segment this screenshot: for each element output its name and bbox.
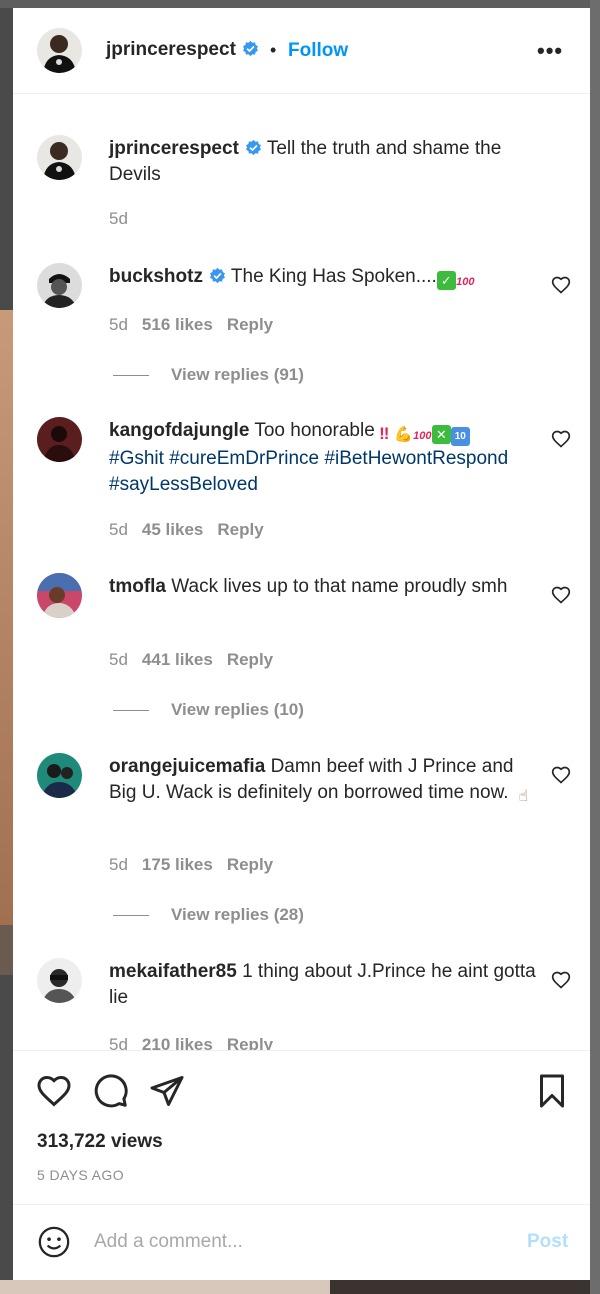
reply-button[interactable]: Reply: [227, 650, 273, 669]
comment-avatar[interactable]: [37, 753, 82, 798]
comment-body: The King Has Spoken....: [230, 266, 437, 287]
comment-text: kangofdajungle Too honorable ‼ 💪100 ✕ 10 #Gs…: [109, 418, 539, 498]
comment-avatar[interactable]: [37, 263, 82, 308]
view-count[interactable]: 313,722 views: [37, 1131, 163, 1153]
comment-likes[interactable]: 45 likes: [142, 520, 203, 539]
hundred-points-emoji-icon: 100: [413, 430, 432, 442]
comment-body: Too honorable: [254, 420, 375, 441]
view-replies-button[interactable]: View replies (10): [113, 700, 304, 720]
post-header: jprincerespect • Follow •••: [13, 8, 590, 94]
background-photo-left-lower: [0, 925, 14, 975]
comment-username[interactable]: tmofla: [109, 576, 166, 597]
post-timestamp: 5 DAYS AGO: [37, 1167, 124, 1183]
cross-mark-emoji-icon: ✕: [431, 425, 451, 444]
heart-icon[interactable]: [36, 1073, 72, 1109]
comment-meta: 5d 175 likes Reply: [109, 855, 287, 875]
paper-plane-icon[interactable]: [149, 1073, 185, 1109]
pointing-up-emoji-icon: ☝: [518, 788, 529, 805]
comment-meta: 5d 45 likes Reply: [109, 520, 278, 540]
reply-button[interactable]: Reply: [227, 1035, 273, 1051]
comment-input[interactable]: [94, 1227, 494, 1257]
comment-meta: 5d 210 likes Reply: [109, 1035, 287, 1051]
background-right-edge: [590, 0, 600, 1294]
comment-username[interactable]: buckshotz: [109, 266, 203, 287]
header-separator: •: [270, 40, 277, 60]
reply-button[interactable]: Reply: [217, 520, 263, 539]
check-mark-emoji-icon: ✓: [436, 271, 456, 290]
comment-avatar[interactable]: [37, 417, 82, 462]
more-options-button[interactable]: •••: [537, 38, 563, 64]
post-button[interactable]: Post: [527, 1231, 568, 1253]
flexed-biceps-emoji-icon: 💪: [393, 426, 413, 443]
background-photo-left: [0, 310, 14, 925]
caption-age: 5d: [109, 209, 128, 228]
comment-age: 5d: [109, 1035, 128, 1051]
comment-avatar[interactable]: [37, 573, 82, 618]
comment-text: tmofla Wack lives up to that name proudl…: [109, 574, 539, 600]
caption-avatar[interactable]: [37, 135, 82, 180]
comment-likes[interactable]: 175 likes: [142, 855, 213, 874]
view-replies-label[interactable]: View replies (10): [171, 700, 304, 719]
follow-button[interactable]: Follow: [288, 40, 348, 62]
comment-meta: 5d 441 likes Reply: [109, 650, 287, 670]
comment-meta: 5d 516 likes Reply: [109, 315, 287, 335]
comment-likes[interactable]: 210 likes: [142, 1035, 213, 1051]
comment-age: 5d: [109, 855, 128, 874]
comment-hashtags[interactable]: #Gshit #cureEmDrPrince #iBetHewontRespon…: [109, 448, 508, 495]
comments-list[interactable]: jprincerespect Tell the truth and shame …: [13, 95, 590, 1051]
post-comments-panel: jprincerespect • Follow ••• jprincerespe…: [13, 8, 590, 1280]
reply-button[interactable]: Reply: [227, 855, 273, 874]
comment-likes[interactable]: 441 likes: [142, 650, 213, 669]
view-replies-label[interactable]: View replies (91): [171, 365, 304, 384]
verified-badge-icon: [209, 267, 225, 284]
comment-bubble-icon[interactable]: [93, 1073, 129, 1109]
comment-text: mekaifather85 1 thing about J.Prince he …: [109, 959, 539, 1011]
heart-icon[interactable]: [551, 970, 571, 990]
heart-icon[interactable]: [551, 429, 571, 449]
heart-icon[interactable]: [551, 765, 571, 785]
background-photo-top: [0, 0, 600, 8]
post-actions: 313,722 views 5 DAYS AGO: [13, 1050, 590, 1204]
caption-text: jprincerespect Tell the truth and shame …: [109, 136, 539, 188]
comment-composer: Post: [13, 1204, 590, 1280]
heart-icon[interactable]: [551, 275, 571, 295]
author-avatar[interactable]: [37, 28, 82, 73]
view-replies-button[interactable]: View replies (28): [113, 905, 304, 925]
heart-icon[interactable]: [551, 585, 571, 605]
view-replies-line: [113, 375, 149, 377]
view-replies-line: [113, 915, 149, 917]
smiley-icon[interactable]: [37, 1225, 71, 1259]
view-replies-button[interactable]: View replies (91): [113, 365, 304, 385]
comment-text: orangejuicemafia Damn beef with J Prince…: [109, 754, 539, 806]
verified-badge-icon: [242, 40, 258, 57]
comment-age: 5d: [109, 315, 128, 334]
caption-meta: 5d: [109, 209, 142, 229]
background-photo-bottom-left: [0, 1280, 330, 1294]
view-replies-line: [113, 710, 149, 712]
comment-username[interactable]: orangejuicemafia: [109, 756, 265, 777]
keycap-ten-emoji-icon: 10: [450, 427, 470, 446]
bookmark-icon[interactable]: [534, 1073, 570, 1109]
hundred-points-emoji-icon: 100: [456, 276, 475, 288]
double-exclamation-emoji-icon: ‼: [379, 424, 390, 443]
caption-username[interactable]: jprincerespect: [109, 138, 239, 159]
comment-likes[interactable]: 516 likes: [142, 315, 213, 334]
comment-username[interactable]: kangofdajungle: [109, 420, 249, 441]
author-username-text[interactable]: jprincerespect: [106, 39, 236, 60]
comment-text: buckshotz The King Has Spoken.... ✓ 100: [109, 264, 539, 292]
reply-button[interactable]: Reply: [227, 315, 273, 334]
view-replies-label[interactable]: View replies (28): [171, 905, 304, 924]
comment-body: Wack lives up to that name proudly smh: [171, 576, 508, 597]
comment-age: 5d: [109, 650, 128, 669]
comment-username[interactable]: mekaifather85: [109, 961, 237, 982]
comment-avatar[interactable]: [37, 958, 82, 1003]
verified-badge-icon: [245, 139, 261, 156]
comment-age: 5d: [109, 520, 128, 539]
author-username[interactable]: jprincerespect: [106, 39, 259, 61]
